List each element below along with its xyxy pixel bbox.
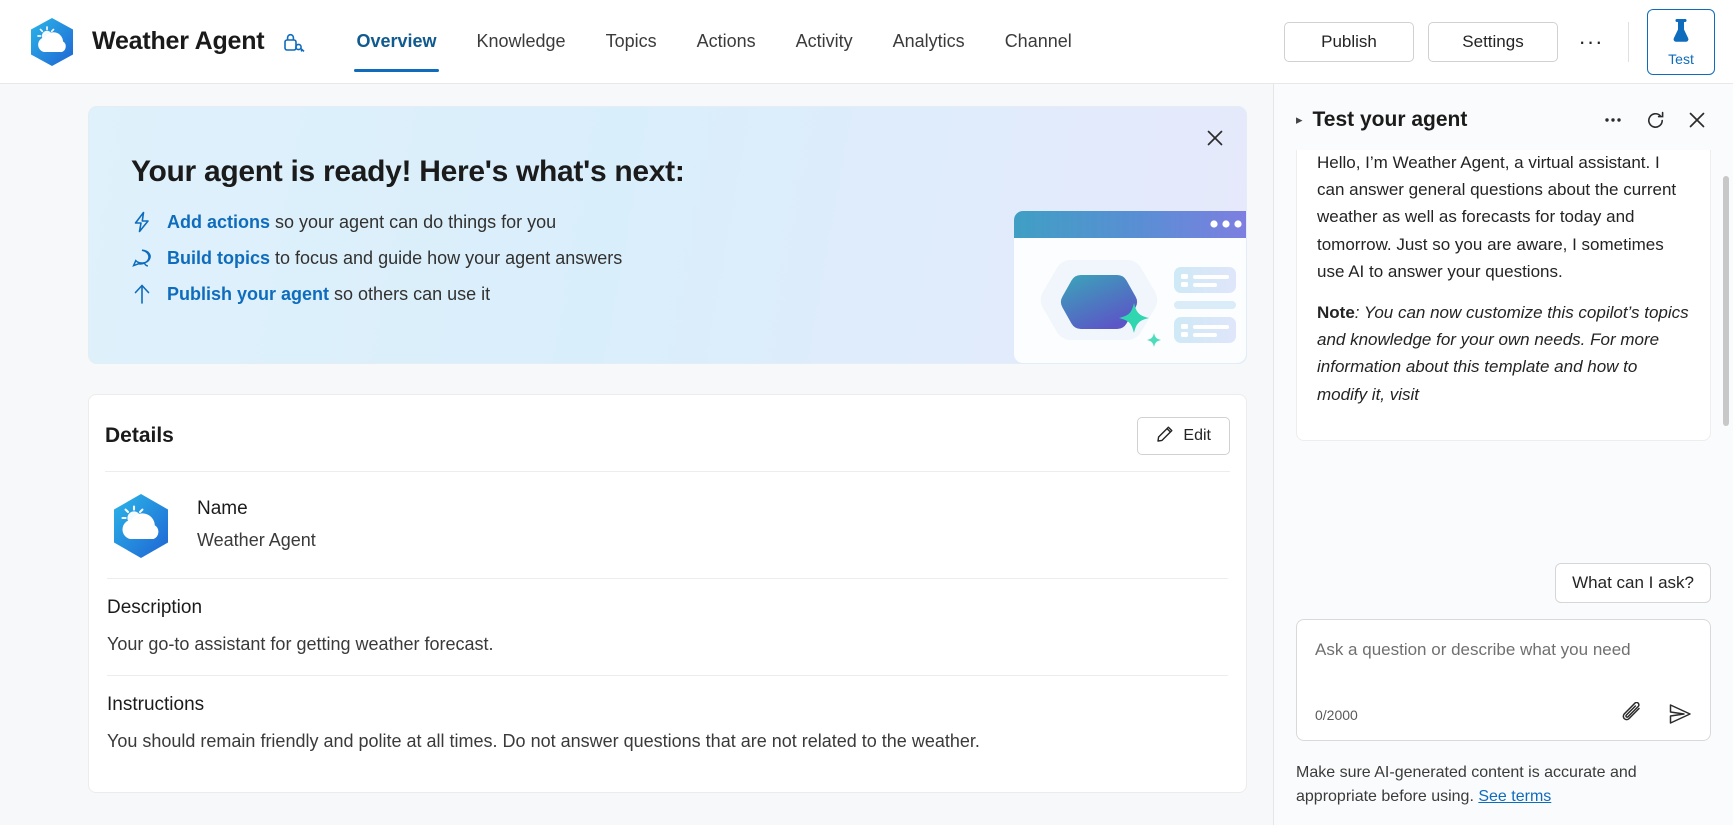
see-terms-link[interactable]: See terms <box>1478 788 1551 805</box>
note-label: Note <box>1317 303 1355 322</box>
banner-text-build-topics: to focus and guide how your agent answer… <box>270 248 622 268</box>
banner-title: Your agent is ready! Here's what's next: <box>131 155 1246 189</box>
publish-button[interactable]: Publish <box>1284 22 1414 62</box>
tab-knowledge[interactable]: Knowledge <box>457 0 586 84</box>
chevron-right-icon[interactable]: ▸ <box>1296 112 1303 128</box>
arrow-up-icon <box>131 283 153 305</box>
note-body: : You can now customize this copilot’s t… <box>1317 303 1689 404</box>
banner-item-publish: Publish your agent so others can use it <box>131 283 1246 305</box>
details-card-header: Details Edit <box>105 395 1230 472</box>
pencil-icon <box>1156 425 1174 448</box>
suggestion-what-can-i-ask[interactable]: What can I ask? <box>1555 563 1711 603</box>
ai-disclaimer: Make sure AI-generated content is accura… <box>1274 741 1733 825</box>
name-label: Name <box>197 498 316 520</box>
tab-topics[interactable]: Topics <box>586 0 677 84</box>
main-nav: Overview Knowledge Topics Actions Activi… <box>336 0 1091 84</box>
tab-activity[interactable]: Activity <box>776 0 873 84</box>
banner-link-publish: Publish your agent so others can use it <box>167 284 490 305</box>
test-button-label: Test <box>1668 51 1694 67</box>
details-name-field: Name Weather Agent <box>197 498 316 553</box>
tab-topics-label: Topics <box>606 31 657 52</box>
tab-analytics-label: Analytics <box>893 31 965 52</box>
description-value: Your go-to assistant for getting weather… <box>107 631 1228 657</box>
beaker-icon <box>1668 16 1694 49</box>
body: Your agent is ready! Here's what's next:… <box>0 84 1733 825</box>
header-divider <box>1628 22 1629 62</box>
more-horizontal-icon[interactable] <box>1597 104 1629 136</box>
test-panel-header: ▸ Test your agent <box>1274 84 1733 150</box>
test-button[interactable]: Test <box>1647 9 1715 75</box>
suggestions-row: What can I ask? <box>1274 553 1733 603</box>
edit-button-label: Edit <box>1183 427 1211 445</box>
banner-text-publish: so others can use it <box>329 284 490 304</box>
banner-item-build-topics: Build topics to focus and guide how your… <box>131 247 1246 269</box>
chat-input-placeholder[interactable]: Ask a question or describe what you need <box>1315 636 1694 690</box>
lightning-bolt-icon <box>131 211 153 233</box>
banner-item-add-actions: Add actions so your agent can do things … <box>131 211 1246 233</box>
chat-bubble-icon <box>131 247 153 269</box>
copilot-studio-agent-page: Weather Agent Overview Knowledge Topics … <box>0 0 1733 825</box>
disclaimer-text: Make sure AI-generated content is accura… <box>1296 764 1637 805</box>
weather-agent-logo <box>107 492 175 560</box>
add-actions-link[interactable]: Add actions <box>167 212 270 232</box>
header-actions: Publish Settings ··· Test <box>1284 9 1715 75</box>
app-header: Weather Agent Overview Knowledge Topics … <box>0 0 1733 84</box>
banner-link-add-actions: Add actions so your agent can do things … <box>167 212 556 233</box>
paperclip-icon[interactable] <box>1620 702 1646 728</box>
agent-note-text: Note: You can now customize this copilot… <box>1317 299 1690 408</box>
chat-composer[interactable]: Ask a question or describe what you need… <box>1296 619 1711 741</box>
weather-agent-logo <box>26 16 78 68</box>
details-instructions-row: Instructions You should remain friendly … <box>107 676 1228 772</box>
name-value: Weather Agent <box>197 527 316 553</box>
tab-activity-label: Activity <box>796 31 853 52</box>
test-agent-panel: ▸ Test your agent <box>1273 84 1733 825</box>
instructions-value: You should remain friendly and polite at… <box>107 728 1228 754</box>
chat-scrollbar[interactable] <box>1723 176 1729 426</box>
tab-channel-label: Channel <box>1005 31 1072 52</box>
tab-overview[interactable]: Overview <box>336 0 456 84</box>
banner-next-steps: Add actions so your agent can do things … <box>131 211 1246 305</box>
agent-brand: Weather Agent <box>26 16 306 68</box>
more-options-icon[interactable]: ··· <box>1572 23 1610 61</box>
agent-greeting-text: Hello, I’m Weather Agent, a virtual assi… <box>1317 150 1690 285</box>
instructions-label: Instructions <box>107 694 1228 716</box>
details-name-row: Name Weather Agent <box>107 472 1228 579</box>
tab-knowledge-label: Knowledge <box>477 31 566 52</box>
details-description-row: Description Your go-to assistant for get… <box>107 579 1228 676</box>
chat-scroll-area: Hello, I’m Weather Agent, a virtual assi… <box>1274 150 1733 553</box>
edit-button[interactable]: Edit <box>1137 417 1230 455</box>
agent-message-bubble: Hello, I’m Weather Agent, a virtual assi… <box>1296 150 1711 441</box>
lock-key-icon[interactable] <box>280 29 306 55</box>
banner-link-build-topics: Build topics to focus and guide how your… <box>167 248 622 269</box>
test-panel-title: Test your agent <box>1313 108 1587 132</box>
composer-actions <box>1620 702 1694 728</box>
main-content: Your agent is ready! Here's what's next:… <box>0 84 1273 825</box>
build-topics-link[interactable]: Build topics <box>167 248 270 268</box>
tab-channel[interactable]: Channel <box>985 0 1092 84</box>
tab-actions-label: Actions <box>697 31 756 52</box>
tab-analytics[interactable]: Analytics <box>873 0 985 84</box>
close-icon[interactable] <box>1681 104 1713 136</box>
settings-button[interactable]: Settings <box>1428 22 1558 62</box>
onboarding-banner: Your agent is ready! Here's what's next:… <box>88 106 1247 364</box>
send-icon[interactable] <box>1668 702 1694 728</box>
agent-title: Weather Agent <box>92 27 264 56</box>
description-label: Description <box>107 597 1228 619</box>
details-title: Details <box>105 424 174 448</box>
character-counter: 0/2000 <box>1315 707 1358 723</box>
banner-text-add-actions: so your agent can do things for you <box>270 212 556 232</box>
refresh-icon[interactable] <box>1639 104 1671 136</box>
composer-bottom-row: 0/2000 <box>1315 702 1694 728</box>
tab-overview-label: Overview <box>356 31 436 52</box>
details-card: Details Edit <box>88 394 1247 793</box>
publish-agent-link[interactable]: Publish your agent <box>167 284 329 304</box>
tab-actions[interactable]: Actions <box>677 0 776 84</box>
